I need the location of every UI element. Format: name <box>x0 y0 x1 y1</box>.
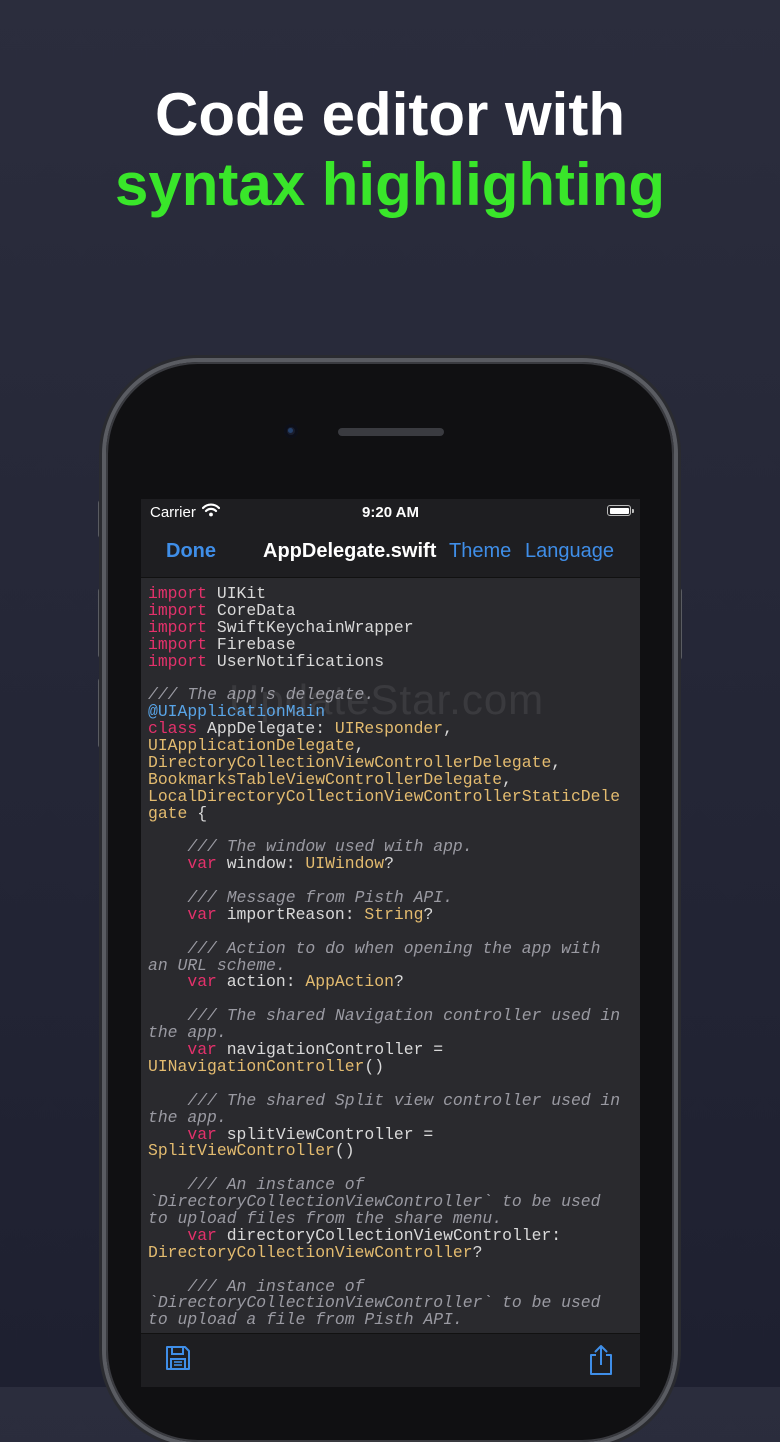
battery-icon <box>607 505 634 516</box>
phone-volume-down <box>98 678 104 748</box>
code-line: UINavigationController() <box>148 1056 640 1076</box>
save-icon[interactable] <box>164 1344 194 1376</box>
phone-silent-switch <box>98 500 104 538</box>
phone-camera <box>284 424 298 438</box>
code-token: /// The shared Navigation controller use… <box>187 1006 621 1026</box>
code-line: gate { <box>148 803 640 823</box>
code-token: () <box>334 1141 355 1161</box>
code-token: ? <box>384 854 394 874</box>
status-time: 9:20 AM <box>362 504 419 521</box>
navigation-bar: Done AppDelegate.swift Theme Language <box>141 525 640 578</box>
headline-line-1: Code editor with <box>155 81 625 148</box>
file-title: AppDelegate.swift <box>263 540 437 562</box>
code-line: LocalDirectoryCollectionViewControllerSt… <box>148 786 640 806</box>
code-line: to upload a file from Pisth API. <box>148 1310 640 1330</box>
phone-speaker <box>338 428 444 436</box>
code-token: /// The shared Split view controller use… <box>187 1090 621 1110</box>
phone-power-button <box>676 588 682 660</box>
done-button[interactable]: Done <box>166 540 216 563</box>
code-token: UserNotifications <box>207 651 385 671</box>
code-token: importReason: <box>216 904 365 924</box>
code-token: AppAction <box>305 972 394 992</box>
phone-volume-up <box>98 588 104 658</box>
code-token: var <box>187 904 217 924</box>
code-token: String <box>364 904 424 924</box>
phone-screen: Carrier 9:20 AM Done AppDelegate.swift T… <box>141 499 640 1387</box>
code-line: var action: AppAction? <box>148 974 640 991</box>
code-token: SplitViewController <box>148 1141 335 1161</box>
code-token: , <box>551 752 562 772</box>
code-line: SplitViewController() <box>148 1141 640 1161</box>
code-token: action: <box>216 972 306 992</box>
code-token: DirectoryCollectionViewController <box>148 1242 473 1262</box>
code-line: DirectoryCollectionViewController? <box>148 1242 640 1262</box>
code-line: var importReason: String? <box>148 904 640 924</box>
code-token: window: <box>216 854 306 874</box>
bottom-toolbar <box>141 1333 640 1387</box>
code-token: var <box>187 854 217 874</box>
theme-button[interactable]: Theme <box>449 540 511 563</box>
status-bar: Carrier 9:20 AM <box>141 499 640 525</box>
code-token: UINavigationController <box>148 1056 365 1076</box>
headline-line-2: syntax highlighting <box>115 151 665 218</box>
code-token: UIWindow <box>305 854 385 874</box>
code-token: ? <box>472 1242 483 1262</box>
code-token: var <box>187 972 217 992</box>
code-token: ? <box>423 904 434 924</box>
code-token: ? <box>393 972 404 992</box>
code-line: import UserNotifications <box>148 651 640 671</box>
language-button[interactable]: Language <box>525 540 614 563</box>
code-token: () <box>364 1056 385 1076</box>
code-token: LocalDirectoryCollectionViewControllerSt… <box>148 786 621 806</box>
code-line: var window: UIWindow? <box>148 854 640 874</box>
code-token: to upload a file from Pisth API. <box>148 1310 463 1330</box>
share-icon[interactable] <box>587 1344 617 1376</box>
watermark-text: UpdateStar.com <box>229 676 545 723</box>
code-token: { <box>187 803 208 823</box>
